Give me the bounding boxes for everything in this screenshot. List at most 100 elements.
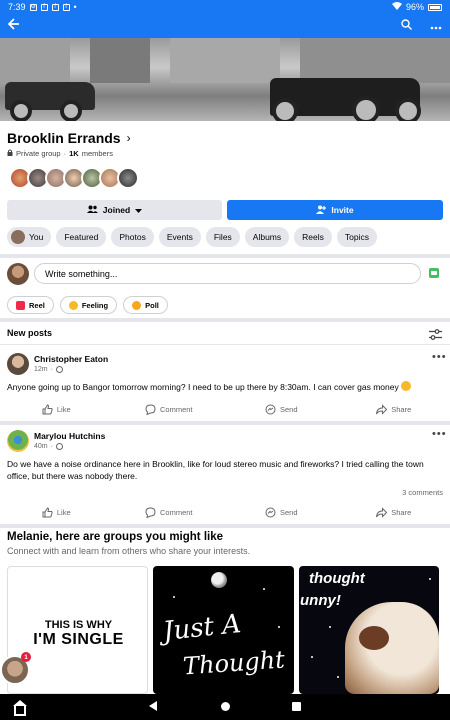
- notification-icon: ⚙: [29, 3, 37, 11]
- smiley-icon: [68, 300, 78, 310]
- thumbs-up-icon: [42, 506, 53, 517]
- globe-icon: [55, 366, 63, 373]
- write-something-input[interactable]: Write something...: [34, 263, 421, 284]
- tab-you[interactable]: You: [7, 227, 52, 247]
- poll-chip[interactable]: Poll: [123, 296, 168, 314]
- reel-chip[interactable]: Reel: [7, 296, 54, 314]
- card-image-text: Just A: [161, 609, 243, 647]
- members-icon: [86, 205, 98, 215]
- share-icon: [376, 403, 388, 415]
- post-author-name[interactable]: Marylou Hutchins: [34, 431, 105, 441]
- back-arrow-icon[interactable]: [7, 18, 20, 34]
- member-label[interactable]: members: [82, 149, 113, 158]
- status-time: 7:39: [8, 2, 26, 12]
- invite-button[interactable]: Invite: [227, 200, 443, 220]
- app-bar: [0, 14, 450, 38]
- suggested-groups-subtitle: Connect with and learn from others who s…: [7, 546, 251, 556]
- tab-topics[interactable]: Topics: [336, 227, 377, 247]
- nav-home-icon[interactable]: [221, 702, 230, 711]
- post-author-name[interactable]: Christopher Eaton: [34, 354, 108, 364]
- home-screen-icon[interactable]: [13, 700, 27, 716]
- tab-events[interactable]: Events: [158, 227, 201, 247]
- composer-avatar[interactable]: [7, 263, 29, 285]
- post-actions: Like Comment Send Share: [0, 504, 450, 520]
- messenger-icon: [265, 507, 276, 517]
- battery-icon: [428, 3, 442, 11]
- nav-recents-icon[interactable]: [292, 702, 301, 711]
- user-avatar-icon: [11, 230, 25, 244]
- status-bar: 7:39 ⚙ f f f • 96%: [0, 0, 450, 14]
- more-notifications-dot-icon: •: [73, 2, 77, 12]
- facebook-notification-icon: f: [62, 3, 70, 11]
- chat-head-badge: 1: [21, 652, 31, 662]
- sort-filter-icon[interactable]: [429, 327, 442, 340]
- group-name: Brooklin Errands: [7, 130, 121, 146]
- lock-icon: [7, 149, 13, 158]
- wifi-icon: [391, 2, 402, 12]
- battery-percent: 96%: [405, 2, 424, 12]
- post-actions: Like Comment Send Share: [0, 401, 450, 417]
- joined-label: Joined: [102, 205, 131, 215]
- card-image-text: THIS IS WHY: [44, 619, 113, 631]
- cow-image: [345, 602, 439, 694]
- joined-button[interactable]: Joined: [7, 200, 222, 220]
- meta-separator: ·: [63, 149, 67, 158]
- globe-icon: [55, 443, 63, 450]
- suggested-group-card[interactable]: Just A Thought: [153, 566, 294, 694]
- grinning-emoji-icon: [401, 381, 412, 391]
- section-divider: [0, 254, 450, 258]
- like-button[interactable]: Like: [0, 504, 113, 520]
- feeling-chip[interactable]: Feeling: [59, 296, 118, 314]
- more-options-icon[interactable]: [430, 17, 442, 35]
- group-title[interactable]: Brooklin Errands ›: [7, 130, 131, 146]
- search-icon[interactable]: [401, 17, 412, 35]
- comment-icon: [145, 403, 156, 415]
- composer-placeholder: Write something...: [45, 268, 118, 279]
- messenger-icon: [265, 404, 276, 414]
- post-text: Anyone going up to Bangor tomorrow morni…: [7, 381, 443, 393]
- tab-photos[interactable]: Photos: [111, 227, 154, 247]
- section-divider: [0, 421, 450, 425]
- nav-back-icon[interactable]: [149, 701, 157, 711]
- add-person-icon: [316, 205, 327, 216]
- comment-icon: [145, 506, 156, 518]
- reel-icon: [16, 300, 25, 310]
- comments-count[interactable]: 3 comments: [380, 488, 443, 497]
- post-more-icon[interactable]: •••: [432, 352, 447, 363]
- group-tabs: You Featured Photos Events Files Albums …: [7, 227, 377, 247]
- card-image-text: thought: [309, 570, 365, 587]
- post-more-icon[interactable]: •••: [432, 429, 447, 440]
- photo-icon[interactable]: [429, 268, 439, 278]
- composer-chips: Reel Feeling Poll: [7, 296, 168, 314]
- tab-featured[interactable]: Featured: [56, 227, 107, 247]
- tab-reels[interactable]: Reels: [294, 227, 332, 247]
- member-avatar[interactable]: [117, 167, 139, 189]
- card-image-text: I'M SINGLE: [33, 631, 124, 648]
- caret-down-icon: [135, 205, 143, 215]
- invite-label: Invite: [331, 205, 354, 215]
- post-author-avatar[interactable]: [7, 430, 29, 452]
- member-count[interactable]: 1K: [69, 149, 79, 158]
- like-button[interactable]: Like: [0, 401, 113, 417]
- comment-button[interactable]: Comment: [113, 401, 226, 417]
- share-button[interactable]: Share: [338, 401, 450, 417]
- send-button[interactable]: Send: [225, 401, 338, 417]
- group-privacy: Private group: [16, 149, 61, 158]
- cow-image: [359, 626, 389, 650]
- card-image-text: unny!: [300, 592, 341, 609]
- group-cover-photo[interactable]: [0, 38, 450, 121]
- post-timestamp[interactable]: 40m ·: [34, 443, 63, 450]
- tab-files[interactable]: Files: [205, 227, 240, 247]
- post-timestamp[interactable]: 12m ·: [34, 366, 63, 373]
- new-posts-heading: New posts: [7, 328, 53, 338]
- share-icon: [376, 506, 388, 518]
- member-avatars[interactable]: [9, 167, 139, 189]
- comment-button[interactable]: Comment: [113, 504, 226, 520]
- post-author-avatar[interactable]: [7, 353, 29, 375]
- tab-albums[interactable]: Albums: [244, 227, 290, 247]
- suggested-group-card[interactable]: thought unny!: [299, 566, 439, 694]
- share-button[interactable]: Share: [338, 504, 450, 520]
- send-button[interactable]: Send: [225, 504, 338, 520]
- suggested-groups-title: Melanie, here are groups you might like: [7, 531, 224, 543]
- section-divider: [0, 524, 450, 528]
